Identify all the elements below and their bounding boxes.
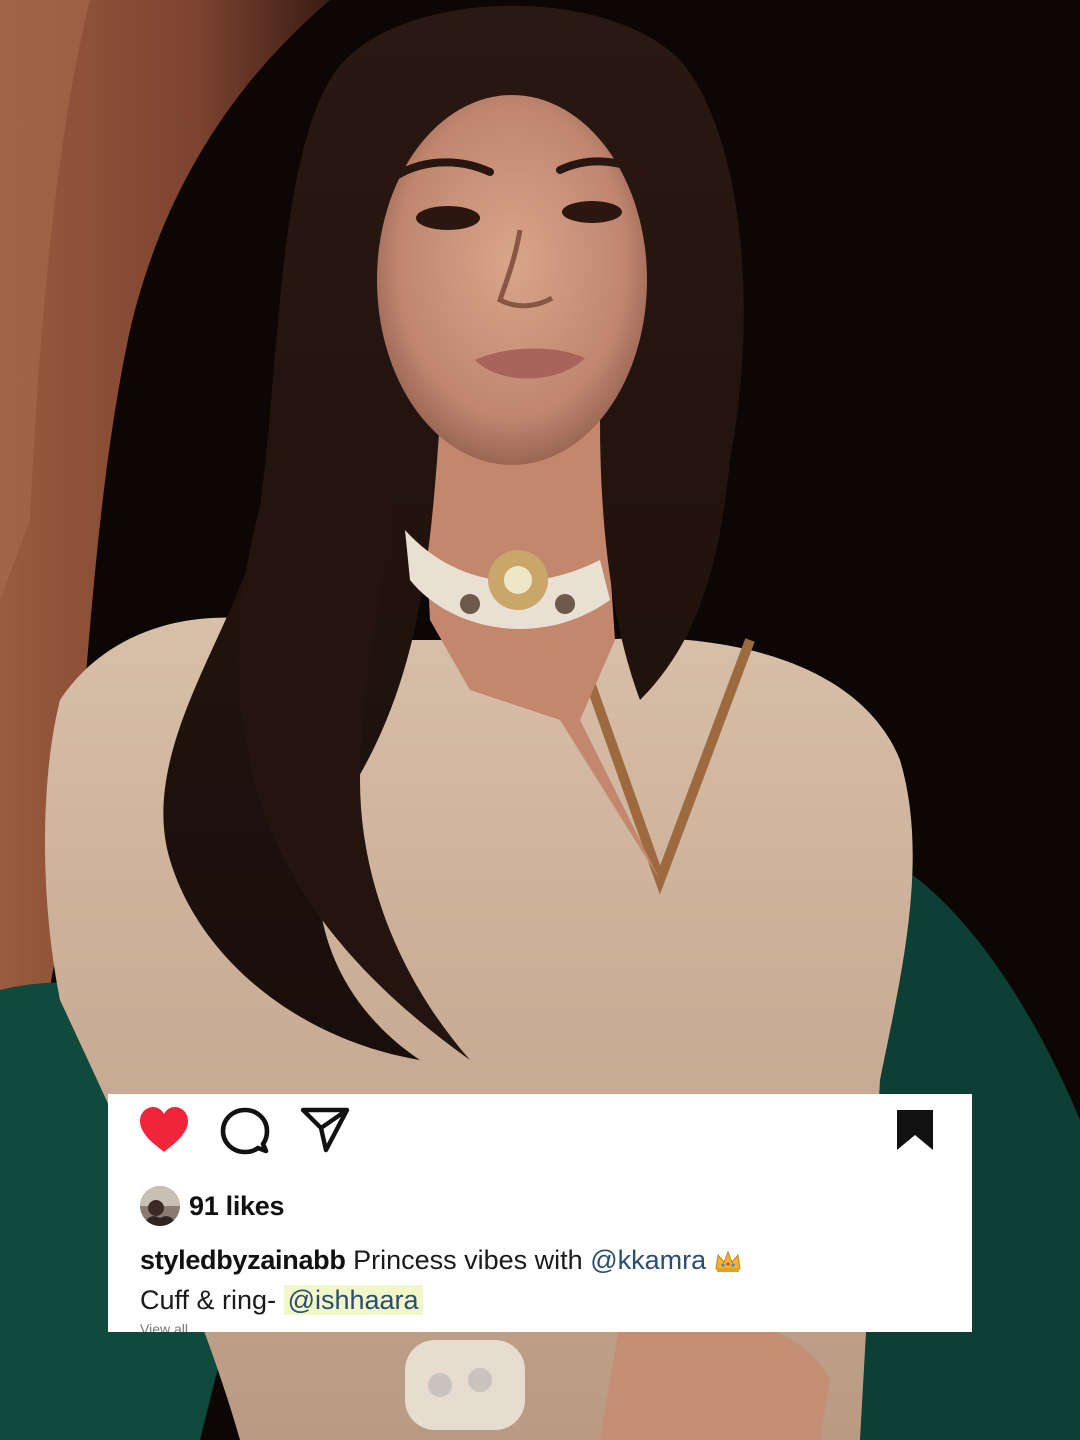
paper-plane-icon[interactable] bbox=[300, 1106, 350, 1154]
post-caption: styledbyzainabb Princess vibes with @kka… bbox=[140, 1242, 940, 1318]
comment-bubble-icon[interactable] bbox=[220, 1106, 270, 1156]
crown-icon bbox=[714, 1246, 742, 1282]
instagram-post-card: 91 likes styledbyzainabb Princess vibes … bbox=[108, 1094, 972, 1332]
caption-text-line-2: Cuff & ring- bbox=[140, 1285, 277, 1315]
likes-row: 91 likes bbox=[140, 1184, 284, 1228]
mention-link[interactable]: @kkamra bbox=[590, 1245, 706, 1275]
mention-link-highlighted[interactable]: @ishhaara bbox=[283, 1285, 423, 1315]
avatar[interactable] bbox=[140, 1186, 180, 1226]
view-all-comments-link[interactable]: View all ... bbox=[140, 1324, 270, 1332]
bookmark-icon[interactable] bbox=[894, 1108, 936, 1152]
caption-text: Princess vibes with bbox=[353, 1245, 583, 1275]
post-action-bar bbox=[108, 1094, 972, 1166]
heart-icon[interactable] bbox=[138, 1106, 190, 1154]
caption-username[interactable]: styledbyzainabb bbox=[140, 1245, 346, 1275]
likes-count[interactable]: 91 likes bbox=[189, 1191, 284, 1222]
